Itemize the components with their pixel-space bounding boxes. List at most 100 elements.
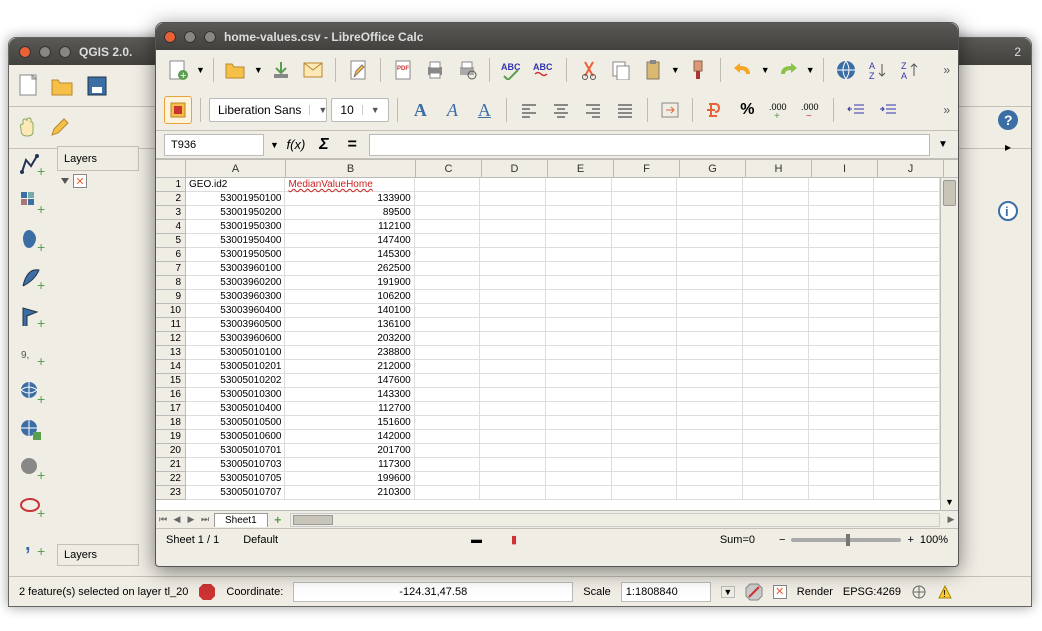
cell[interactable] [546, 458, 612, 472]
cell[interactable] [743, 248, 809, 262]
font-size-dropdown[interactable]: 10▼ [331, 98, 389, 122]
cell[interactable]: 53001950500 [186, 248, 285, 262]
row-header[interactable]: 18 [156, 416, 186, 430]
cell[interactable]: 89500 [285, 206, 414, 220]
cell[interactable] [415, 416, 481, 430]
spellcheck-icon[interactable]: ABC [498, 56, 526, 84]
dropdown-arrow[interactable]: ▼ [196, 65, 205, 75]
cell[interactable] [480, 332, 546, 346]
cell[interactable]: 238800 [285, 346, 414, 360]
new-project-icon[interactable] [15, 72, 43, 100]
cell[interactable] [677, 304, 743, 318]
cell[interactable] [415, 458, 481, 472]
cell[interactable]: 210300 [285, 486, 414, 500]
cell[interactable] [743, 346, 809, 360]
status-selection-mode[interactable]: ▮ [511, 533, 527, 546]
cell[interactable] [415, 360, 481, 374]
cell[interactable] [415, 430, 481, 444]
row-header[interactable]: 16 [156, 388, 186, 402]
cell[interactable] [743, 290, 809, 304]
cell[interactable]: 143300 [285, 388, 414, 402]
cell[interactable] [743, 220, 809, 234]
cell[interactable]: 203200 [285, 332, 414, 346]
cell[interactable] [415, 276, 481, 290]
row-header[interactable]: 22 [156, 472, 186, 486]
cell[interactable] [677, 486, 743, 500]
zoom-slider[interactable] [791, 538, 901, 542]
cell[interactable] [480, 416, 546, 430]
cell[interactable] [612, 290, 678, 304]
help-icon[interactable]: ? [996, 108, 1020, 132]
select-all-corner[interactable] [156, 160, 186, 177]
cell[interactable] [415, 234, 481, 248]
stop-icon-2[interactable] [745, 583, 763, 601]
formula-input[interactable] [369, 134, 930, 156]
cell[interactable] [809, 304, 875, 318]
cell[interactable] [874, 262, 940, 276]
cell[interactable]: 53003960400 [186, 304, 285, 318]
align-left-icon[interactable] [515, 96, 543, 124]
row-header[interactable]: 17 [156, 402, 186, 416]
row-header[interactable]: 8 [156, 276, 186, 290]
cell[interactable] [480, 290, 546, 304]
row-header[interactable]: 6 [156, 248, 186, 262]
comma-icon[interactable]: ,+ [17, 530, 47, 560]
cell[interactable] [546, 430, 612, 444]
cell[interactable] [677, 430, 743, 444]
cell[interactable] [415, 220, 481, 234]
cell[interactable] [415, 206, 481, 220]
cell[interactable]: 53001950100 [186, 192, 285, 206]
cell[interactable]: 145300 [285, 248, 414, 262]
cell[interactable] [612, 360, 678, 374]
cell[interactable] [480, 220, 546, 234]
sort-asc-icon[interactable]: AZ [864, 56, 892, 84]
cell[interactable] [480, 178, 546, 192]
increase-indent-icon[interactable] [874, 96, 902, 124]
cell[interactable]: 53005010701 [186, 444, 285, 458]
cell[interactable] [809, 262, 875, 276]
toolbar-expand[interactable]: » [943, 103, 950, 117]
cell[interactable]: 117300 [285, 458, 414, 472]
col-header-H[interactable]: H [746, 160, 812, 177]
cell[interactable] [874, 332, 940, 346]
cell[interactable]: 112700 [285, 402, 414, 416]
lo-min-btn[interactable] [184, 31, 196, 43]
currency-icon[interactable] [701, 96, 729, 124]
cell[interactable] [480, 318, 546, 332]
cell[interactable] [612, 276, 678, 290]
redo-icon[interactable] [774, 56, 802, 84]
coord-input[interactable] [293, 582, 573, 602]
cell[interactable] [677, 374, 743, 388]
csv-icon[interactable]: 9,+ [17, 340, 47, 370]
cell[interactable] [480, 444, 546, 458]
cell[interactable] [743, 332, 809, 346]
tab-prev-icon[interactable]: ◀ [170, 514, 184, 525]
cell[interactable] [546, 248, 612, 262]
cell[interactable] [809, 458, 875, 472]
cell[interactable] [480, 234, 546, 248]
cell[interactable] [809, 318, 875, 332]
render-checkbox[interactable]: ✕ [773, 585, 787, 599]
cell[interactable] [612, 262, 678, 276]
cell[interactable]: 140100 [285, 304, 414, 318]
qgis-layers-tab[interactable]: Layers [57, 544, 139, 566]
cell[interactable] [415, 346, 481, 360]
crs-icon[interactable] [911, 584, 927, 600]
cell[interactable] [677, 346, 743, 360]
cell[interactable] [415, 248, 481, 262]
cell-reference-input[interactable] [164, 134, 264, 156]
cell[interactable]: 106200 [285, 290, 414, 304]
lo-titlebar[interactable]: home-values.csv - LibreOffice Calc [156, 23, 958, 50]
cell[interactable] [480, 430, 546, 444]
align-justify-icon[interactable] [611, 96, 639, 124]
col-header-D[interactable]: D [482, 160, 548, 177]
cell[interactable] [415, 486, 481, 500]
cell[interactable] [480, 262, 546, 276]
cell[interactable] [809, 290, 875, 304]
cell[interactable] [480, 374, 546, 388]
cell[interactable] [480, 360, 546, 374]
cell[interactable] [415, 318, 481, 332]
cell[interactable] [415, 304, 481, 318]
cell[interactable] [809, 486, 875, 500]
cell[interactable] [612, 388, 678, 402]
